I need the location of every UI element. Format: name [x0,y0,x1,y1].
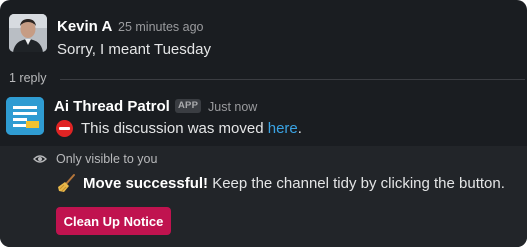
here-link[interactable]: here [268,120,298,137]
success-bold: Move successful! [83,175,209,192]
message-timestamp[interactable]: 25 minutes ago [118,20,203,34]
visibility-note: Only visible to you [56,152,158,166]
app-timestamp[interactable]: Just now [208,100,257,114]
moved-text-suffix: . [297,120,302,137]
app-badge: APP [175,99,202,113]
message-text: Sorry, I meant Tuesday [57,41,211,58]
broom-icon [58,174,75,192]
app-avatar[interactable] [6,97,44,135]
slack-thread-panel: Kevin A 25 minutes ago Sorry, I meant Tu… [0,0,527,247]
avatar[interactable] [9,14,47,52]
success-message: Move successful! Keep the channel tidy b… [83,175,505,192]
reply-divider: 1 reply [0,69,527,91]
eye-icon [33,155,47,163]
message-kevin: Kevin A 25 minutes ago Sorry, I meant Tu… [0,0,527,66]
clean-up-notice-button[interactable]: Clean Up Notice [56,207,171,235]
no-entry-icon [56,120,73,137]
success-rest: Keep the channel tidy by clicking the bu… [208,175,505,192]
moved-text-prefix: This discussion was moved [81,120,268,137]
divider-line [60,79,525,80]
author-name[interactable]: Kevin A [57,18,112,35]
app-name[interactable]: Ai Thread Patrol [54,98,170,115]
reply-count: 1 reply [9,71,47,85]
moved-message-text: This discussion was moved here. [81,120,302,137]
